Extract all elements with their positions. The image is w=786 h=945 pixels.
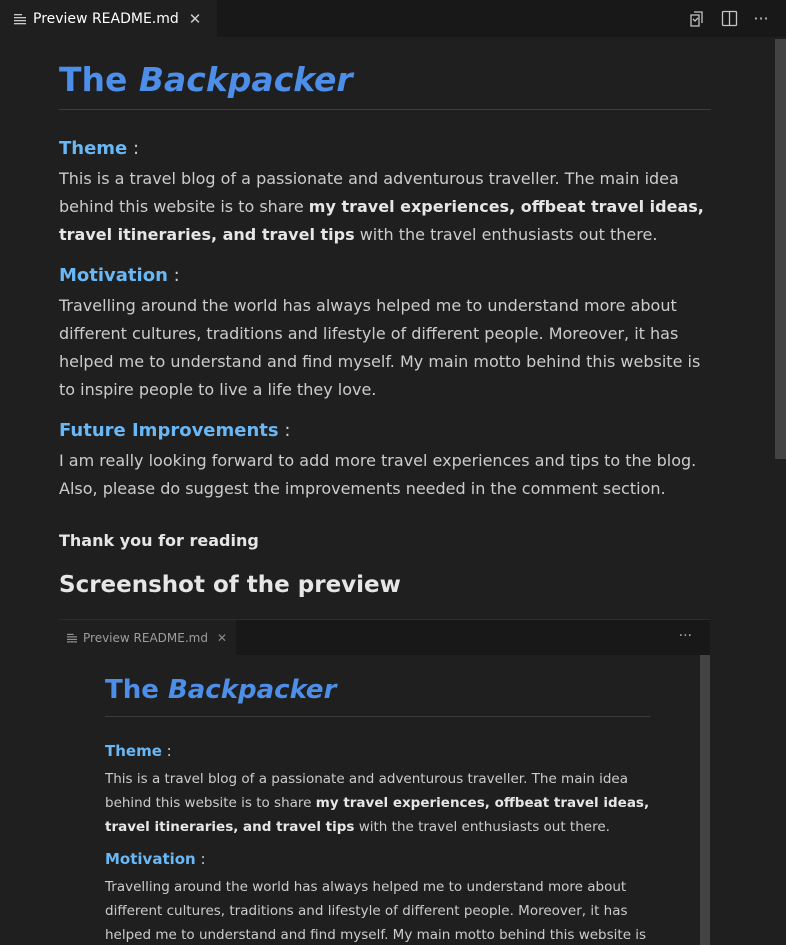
embedded-title-divider xyxy=(105,716,650,717)
title-divider xyxy=(59,109,711,110)
embedded-theme-text: This is a travel blog of a passionate an… xyxy=(105,771,650,835)
heading-future-improvements: Future Improvements : xyxy=(59,420,291,441)
embedded-tab-bar: Preview README.md ✕ ··· xyxy=(59,619,710,656)
section-theme: Theme : This is a travel blog of a passi… xyxy=(59,137,711,249)
embedded-section-theme: Theme : This is a travel blog of a passi… xyxy=(105,741,650,839)
embedded-tab-label: Preview README.md xyxy=(83,631,208,645)
embedded-close-icon: ✕ xyxy=(216,631,228,645)
open-source-icon[interactable] xyxy=(688,10,706,28)
more-actions-icon[interactable]: ··· xyxy=(752,9,770,28)
heading-theme: Theme : xyxy=(59,138,140,159)
split-editor-icon[interactable] xyxy=(720,10,738,28)
embedded-preview-icon xyxy=(67,633,77,643)
motivation-text: Travelling around the world has always h… xyxy=(59,296,701,399)
editor-actions: ··· xyxy=(688,0,770,37)
scrollbar[interactable] xyxy=(775,39,786,459)
embedded-screenshot: Preview README.md ✕ ··· The Backpacker T… xyxy=(59,619,710,945)
editor-tab-bar: Preview README.md ✕ ··· xyxy=(0,0,786,37)
section-motivation: Motivation : Travelling around the world… xyxy=(59,264,711,404)
embedded-heading-motivation: Motivation : xyxy=(105,850,206,868)
markdown-preview: The Backpacker Theme : This is a travel … xyxy=(59,37,711,601)
tab-preview-readme[interactable]: Preview README.md ✕ xyxy=(0,0,217,37)
thanks-text: Thank you for reading xyxy=(59,531,259,550)
embedded-tab: Preview README.md ✕ xyxy=(59,620,236,656)
section-future-improvements: Future Improvements : I am really lookin… xyxy=(59,419,711,503)
future-improvements-text: I am really looking forward to add more … xyxy=(59,451,697,498)
theme-text: This is a travel blog of a passionate an… xyxy=(59,169,704,244)
close-icon[interactable]: ✕ xyxy=(189,10,202,28)
embedded-heading-theme: Theme : xyxy=(105,742,172,760)
tab-label: Preview README.md xyxy=(33,10,179,27)
embedded-scrollbar xyxy=(700,655,710,945)
embedded-motivation-text: Travelling around the world has always h… xyxy=(105,879,647,943)
screenshot-heading: Screenshot of the preview xyxy=(59,572,401,598)
embedded-content: The Backpacker Theme : This is a travel … xyxy=(105,655,650,945)
page-title: The Backpacker xyxy=(59,60,353,99)
heading-motivation: Motivation : xyxy=(59,265,180,286)
embedded-title: The Backpacker xyxy=(105,675,337,705)
preview-icon xyxy=(14,13,26,24)
embedded-more-icon: ··· xyxy=(678,628,692,644)
embedded-section-motivation: Motivation : Travelling around the world… xyxy=(105,849,650,945)
